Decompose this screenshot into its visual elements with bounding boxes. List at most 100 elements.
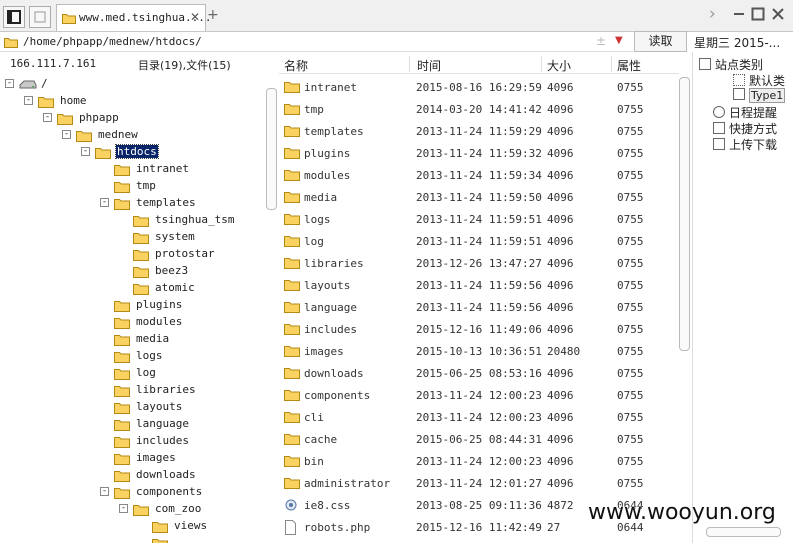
tree-node-label[interactable]: templates: [135, 196, 197, 209]
tree-node-label[interactable]: /: [40, 77, 49, 90]
file-row[interactable]: logs 2013-11-24 11:59:51 4096 0755: [279, 208, 679, 230]
directory-tree[interactable]: - / - home - phpapp - mednew - htdocs intranet tmp -…: [0, 75, 268, 543]
tree-node-label[interactable]: tsinghua_tsm: [154, 213, 235, 226]
file-row[interactable]: components 2013-11-24 12:00:23 4096 0755: [279, 384, 679, 406]
tree-node-label[interactable]: language: [135, 417, 190, 430]
file-row[interactable]: administrator 2013-11-24 12:01:27 4096 0755: [279, 472, 679, 494]
tree-node-label[interactable]: media: [135, 332, 170, 345]
tree-node-label[interactable]: tmp: [135, 179, 157, 192]
dropdown-icon[interactable]: ▼: [615, 35, 623, 46]
read-button[interactable]: 读取: [634, 31, 687, 52]
column-name[interactable]: 名称: [284, 57, 308, 74]
file-list[interactable]: intranet 2015-08-16 16:29:59 4096 0755 tmp 20…: [279, 76, 679, 543]
file-time: 2013-11-24 11:59:56: [416, 279, 542, 292]
tree-node-label[interactable]: beez3: [154, 264, 189, 277]
column-time[interactable]: 时间: [417, 57, 441, 74]
tree-node-label[interactable]: protostar: [154, 247, 216, 260]
collapse-toggle-icon[interactable]: -: [43, 113, 52, 122]
clock-icon: [713, 106, 725, 118]
file-name: intranet: [304, 81, 357, 94]
right-panel-scrollbar[interactable]: [706, 527, 781, 537]
file-row[interactable]: tmp 2014-03-20 14:41:42 4096 0755: [279, 98, 679, 120]
address-bar[interactable]: /home/phpapp/mednew/htdocs/ ± ▼: [0, 32, 633, 52]
tree-node-label[interactable]: views: [173, 519, 208, 532]
file-row[interactable]: cli 2013-11-24 12:00:23 4096 0755: [279, 406, 679, 428]
tree-node-label[interactable]: downloads: [135, 468, 197, 481]
file-row[interactable]: downloads 2015-06-25 08:53:16 4096 0755: [279, 362, 679, 384]
collapse-toggle-icon[interactable]: -: [100, 198, 109, 207]
tree-node-label[interactable]: atomic: [154, 281, 196, 294]
right-panel-item[interactable]: 快捷方式: [713, 120, 777, 137]
column-size[interactable]: 大小: [547, 57, 571, 74]
right-panel-item[interactable]: 日程提醒: [713, 104, 777, 121]
file-row[interactable]: language 2013-11-24 11:59:56 4096 0755: [279, 296, 679, 318]
tree-node-label[interactable]: phpapp: [78, 111, 120, 124]
tree-node-label[interactable]: modules: [135, 315, 183, 328]
folder-icon: [95, 146, 111, 162]
close-tab-icon[interactable]: ✕: [190, 10, 200, 24]
tree-node-label[interactable]: system: [154, 230, 196, 243]
file-row[interactable]: cache 2015-06-25 08:44:31 4096 0755: [279, 428, 679, 450]
file-row[interactable]: images 2015-10-13 10:36:51 20480 0755: [279, 340, 679, 362]
file-row[interactable]: bin 2013-11-24 12:00:23 4096 0755: [279, 450, 679, 472]
right-panel-item[interactable]: Type1: [733, 88, 786, 103]
folder-icon: [114, 469, 130, 485]
tree-node-label[interactable]: intranet: [135, 162, 190, 175]
file-row[interactable]: media 2013-11-24 11:59:50 4096 0755: [279, 186, 679, 208]
file-row[interactable]: plugins 2013-11-24 11:59:32 4096 0755: [279, 142, 679, 164]
collapse-toggle-icon[interactable]: -: [24, 96, 33, 105]
collapse-toggle-icon[interactable]: -: [100, 487, 109, 496]
sidebar-toggle-button[interactable]: [3, 6, 25, 28]
tree-node-label[interactable]: home: [59, 94, 88, 107]
file-row[interactable]: intranet 2015-08-16 16:29:59 4096 0755: [279, 76, 679, 98]
chevron-right-icon[interactable]: ›: [709, 4, 716, 24]
file-time: 2015-12-16 11:42:49: [416, 521, 542, 534]
tree-node-label[interactable]: logs: [135, 349, 164, 362]
folder-icon: [114, 367, 130, 383]
file-name: administrator: [304, 477, 391, 490]
file-row[interactable]: layouts 2013-11-24 11:59:56 4096 0755: [279, 274, 679, 296]
tree-node-label[interactable]: plugins: [135, 298, 183, 311]
folder-icon: [284, 366, 300, 382]
minimize-button[interactable]: [732, 7, 746, 21]
file-size: 4096: [547, 103, 574, 116]
file-row[interactable]: modules 2013-11-24 11:59:34 4096 0755: [279, 164, 679, 186]
maximize-button[interactable]: [751, 7, 765, 21]
file-row[interactable]: libraries 2013-12-26 13:47:27 4096 0755: [279, 252, 679, 274]
tree-node-label[interactable]: mednew: [97, 128, 139, 141]
right-panel-item[interactable]: 站点类别: [699, 56, 763, 73]
collapse-toggle-icon[interactable]: -: [62, 130, 71, 139]
tree-node-label[interactable]: libraries: [135, 383, 197, 396]
file-attr: 0755: [617, 411, 644, 424]
file-list-scrollbar[interactable]: [679, 77, 690, 351]
tab-active[interactable]: www.med.tsinghua.... ✕: [56, 4, 211, 31]
collapse-toggle-icon[interactable]: -: [119, 504, 128, 513]
bookmark-icon[interactable]: ±: [596, 34, 606, 48]
tree-node-label[interactable]: log: [135, 366, 157, 379]
new-tab-button[interactable]: +: [207, 7, 219, 23]
tree-node-label[interactable]: com_zoo: [154, 502, 202, 515]
collapse-toggle-icon[interactable]: -: [5, 79, 14, 88]
tree-node-label[interactable]: htdocs: [115, 144, 159, 159]
tree-node-label[interactable]: components: [135, 485, 203, 498]
column-attr[interactable]: 属性: [617, 57, 641, 74]
file-row[interactable]: log 2013-11-24 11:59:51 4096 0755: [279, 230, 679, 252]
tree-node-label[interactable]: includes: [135, 434, 190, 447]
tree-scrollbar[interactable]: [266, 88, 277, 210]
close-window-button[interactable]: [771, 7, 785, 21]
file-time: 2013-11-24 12:00:23: [416, 411, 542, 424]
file-time: 2013-12-26 13:47:27: [416, 257, 542, 270]
file-row[interactable]: templates 2013-11-24 11:59:29 4096 0755: [279, 120, 679, 142]
folder-icon: [284, 432, 300, 448]
file-attr: 0755: [617, 389, 644, 402]
dir-file-count: 目录(19),文件(15): [138, 59, 231, 72]
file-row[interactable]: includes 2015-12-16 11:49:06 4096 0755: [279, 318, 679, 340]
right-panel-item[interactable]: 默认类: [733, 72, 785, 89]
folder-icon: [284, 146, 300, 162]
address-path[interactable]: /home/phpapp/mednew/htdocs/: [23, 35, 202, 48]
right-panel-item[interactable]: 上传下载: [713, 136, 777, 153]
collapse-toggle-icon[interactable]: -: [81, 147, 90, 156]
tab-list-button[interactable]: [29, 6, 51, 28]
tree-node-label[interactable]: images: [135, 451, 177, 464]
tree-node-label[interactable]: layouts: [135, 400, 183, 413]
